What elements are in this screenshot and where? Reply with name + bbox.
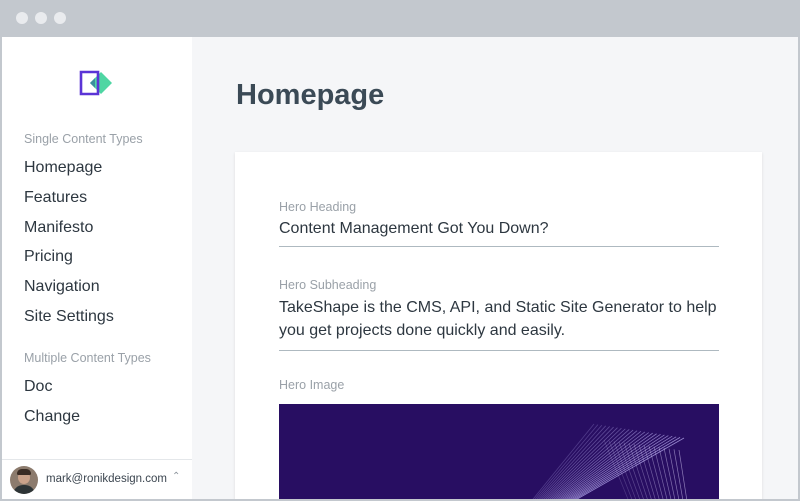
hero-heading-label: Hero Heading: [279, 200, 357, 214]
hero-subheading-field[interactable]: TakeShape is the CMS, API, and Static Si…: [279, 296, 719, 351]
window-maximize-dot[interactable]: [54, 12, 66, 24]
sidebar-item-features[interactable]: Features: [24, 189, 87, 207]
single-content-types-label: Single Content Types: [24, 132, 143, 146]
content-form-card: Hero Heading Content Management Got You …: [235, 152, 762, 499]
hero-heading-field[interactable]: Content Management Got You Down?: [279, 217, 719, 247]
sidebar-item-change[interactable]: Change: [24, 408, 80, 426]
multiple-content-types-label: Multiple Content Types: [24, 351, 151, 365]
window-minimize-dot[interactable]: [35, 12, 47, 24]
sidebar-item-doc[interactable]: Doc: [24, 378, 52, 396]
hero-image-artwork: [532, 423, 688, 499]
window-titlebar: [0, 0, 800, 37]
hero-image-label: Hero Image: [279, 378, 345, 392]
chevron-up-icon[interactable]: ⌃: [172, 471, 180, 482]
sidebar-item-pricing[interactable]: Pricing: [24, 248, 73, 266]
sidebar-item-site-settings[interactable]: Site Settings: [24, 308, 114, 326]
sidebar-item-homepage[interactable]: Homepage: [24, 159, 102, 177]
hero-subheading-label: Hero Subheading: [279, 278, 377, 292]
hero-image-preview[interactable]: [279, 404, 719, 499]
page-title: Homepage: [236, 79, 385, 111]
sidebar-item-navigation[interactable]: Navigation: [24, 278, 100, 296]
avatar[interactable]: [10, 466, 38, 494]
takeshape-logo-icon[interactable]: [78, 70, 114, 96]
user-email: mark@ronikdesign.com: [46, 473, 167, 485]
main-panel: Homepage Hero Heading Content Management…: [192, 37, 798, 499]
browser-window: Single Content Types Homepage Features M…: [0, 0, 800, 501]
sidebar: Single Content Types Homepage Features M…: [2, 37, 192, 499]
window-close-dot[interactable]: [16, 12, 28, 24]
app-content: Single Content Types Homepage Features M…: [2, 37, 798, 499]
user-menu[interactable]: mark@ronikdesign.com ⌃: [2, 459, 192, 499]
sidebar-item-manifesto[interactable]: Manifesto: [24, 219, 93, 237]
